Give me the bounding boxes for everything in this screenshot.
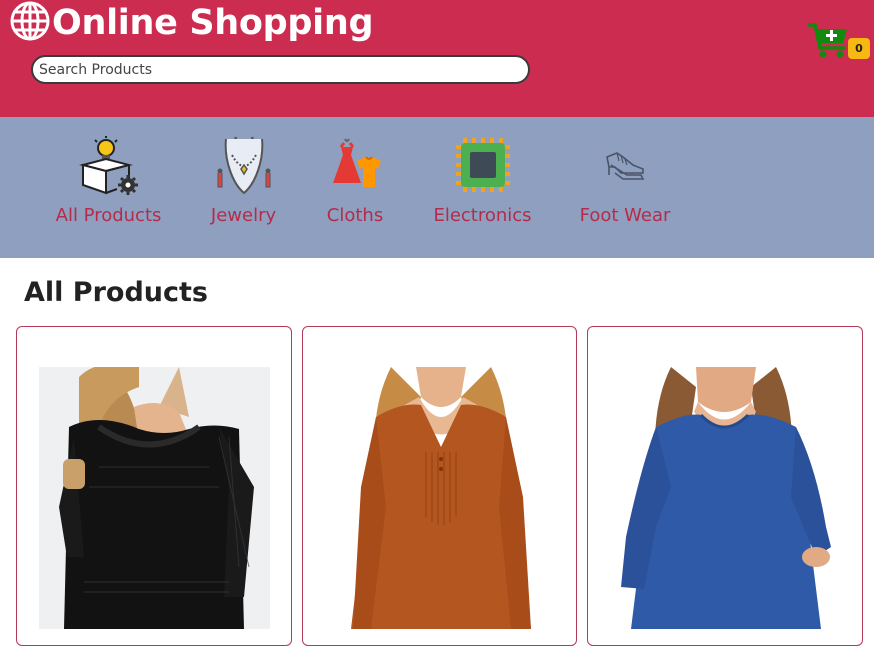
category-label: Cloths: [326, 205, 384, 226]
shopping-cart-plus-icon: [807, 22, 850, 65]
globe-icon: [10, 1, 50, 46]
brand[interactable]: Online Shopping: [10, 1, 374, 46]
product-image: [331, 367, 551, 629]
category-jewelry[interactable]: Jewelry: [211, 134, 276, 226]
search-input[interactable]: [31, 55, 530, 84]
product-image: [39, 367, 270, 629]
category-label: Electronics: [433, 205, 532, 226]
section-title: All Products: [24, 277, 208, 308]
chip-icon: [452, 134, 514, 196]
category-all-products[interactable]: All Products: [56, 134, 161, 226]
dress-shirt-icon: [324, 134, 386, 196]
cart-button[interactable]: 0: [807, 22, 870, 65]
category-foot-wear[interactable]: Foot Wear: [579, 134, 671, 226]
cart-count-badge: 0: [848, 38, 870, 59]
category-label: All Products: [55, 205, 162, 226]
box-bulb-gear-icon: [78, 134, 140, 196]
header: Online Shopping 0: [0, 0, 874, 117]
product-image: [616, 367, 844, 629]
category-cloths[interactable]: Cloths: [326, 134, 384, 226]
category-bar: All Products Jewelry Cloths Electronics …: [0, 117, 874, 258]
product-card[interactable]: [16, 326, 292, 646]
category-electronics[interactable]: Electronics: [433, 134, 532, 226]
site-title: Online Shopping: [52, 3, 374, 43]
shoe-icon: [594, 134, 656, 196]
category-label: Foot Wear: [579, 205, 671, 226]
product-card[interactable]: [587, 326, 863, 646]
product-card[interactable]: [302, 326, 577, 646]
necklace-icon: [213, 134, 275, 196]
category-label: Jewelry: [210, 205, 277, 226]
